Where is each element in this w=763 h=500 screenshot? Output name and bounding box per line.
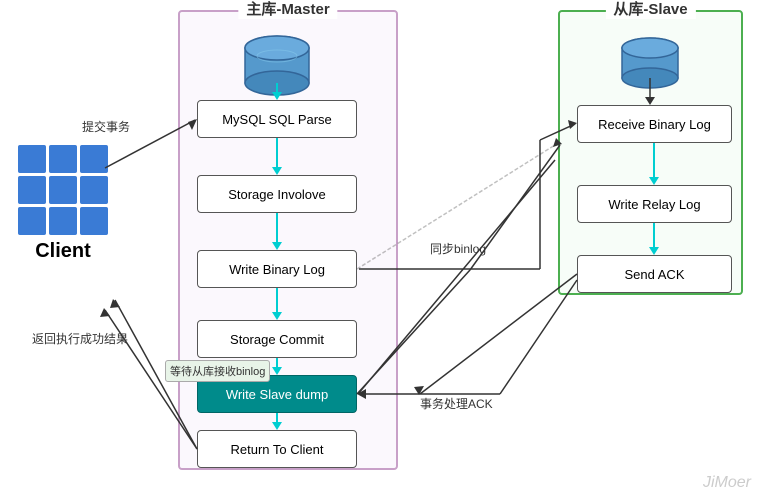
storage-commit-box: Storage Commit	[197, 320, 357, 358]
watermark: JiMoer	[703, 474, 751, 492]
slave-box: 从库-Slave	[558, 10, 743, 295]
client-cell	[18, 145, 46, 173]
client-cell	[18, 176, 46, 204]
send-ack-box: Send ACK	[577, 255, 732, 293]
diagram-container: 主库-Master 从库-Slave Client MySQL SQL Pars…	[0, 0, 763, 500]
master-title: 主库-Master	[238, 0, 337, 19]
client-cell	[49, 207, 77, 235]
sync-binlog-label: 同步binlog	[430, 240, 486, 257]
client-cell	[18, 207, 46, 235]
mysql-sql-parse-box: MySQL SQL Parse	[197, 100, 357, 138]
return-to-client-box: Return To Client	[197, 430, 357, 468]
client-block: Client	[18, 145, 108, 263]
client-cell	[80, 145, 108, 173]
client-cell	[80, 176, 108, 204]
slave-title: 从库-Slave	[605, 0, 695, 19]
storage-involve-box: Storage Involove	[197, 175, 357, 213]
return-result-label: 返回执行成功结果	[32, 330, 128, 347]
receive-binary-log-box: Receive Binary Log	[577, 105, 732, 143]
submit-transaction-label: 提交事务	[82, 118, 130, 135]
client-grid	[18, 145, 108, 235]
client-cell	[49, 145, 77, 173]
write-binary-log-box: Write Binary Log	[197, 250, 357, 288]
client-cell	[80, 207, 108, 235]
transaction-ack-label: 事务处理ACK	[420, 395, 493, 412]
wait-slave-label: 等待从库接收binlog	[165, 360, 270, 382]
client-label: Client	[35, 240, 91, 263]
write-relay-log-box: Write Relay Log	[577, 185, 732, 223]
client-cell	[49, 176, 77, 204]
